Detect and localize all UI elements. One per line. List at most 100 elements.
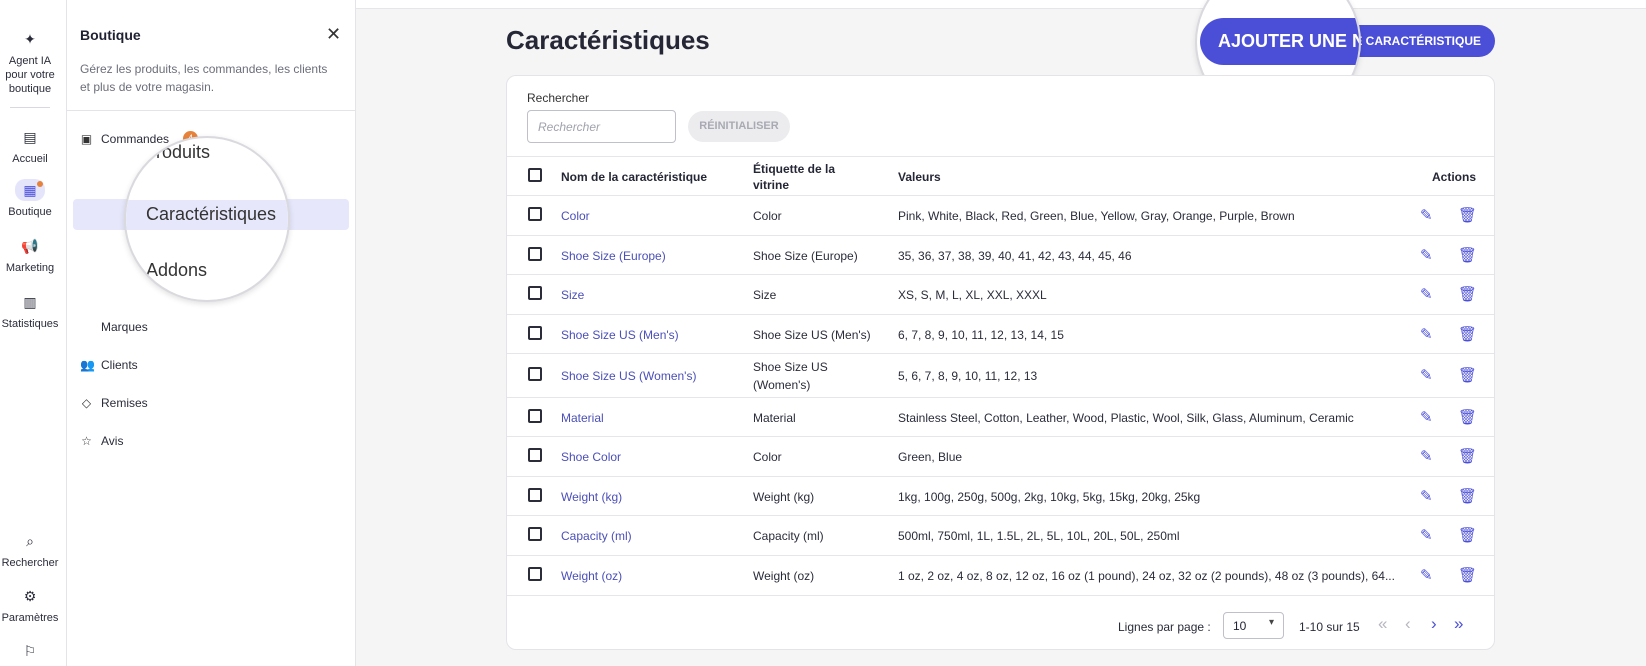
dashboard-icon: ▤ <box>23 129 37 145</box>
table-row[interactable]: Shoe Size US (Women's) Shoe Size US (Wome… <box>507 354 1494 398</box>
row-checkbox[interactable] <box>528 247 542 261</box>
edit-icon[interactable]: ✎ <box>1420 285 1433 303</box>
next-page-icon[interactable]: › <box>1431 614 1437 634</box>
sidebar-item-remises[interactable]: ◇ Remises <box>80 396 148 410</box>
sidebar-item-addons[interactable]: Addons <box>146 260 207 281</box>
feature-values: 35, 36, 37, 38, 39, 40, 41, 42, 43, 44, … <box>898 249 1132 263</box>
table-row[interactable]: Weight (kg) Weight (kg) 1kg, 100g, 250g, 5… <box>507 477 1494 516</box>
edit-icon[interactable]: ✎ <box>1420 447 1433 465</box>
features-card: Rechercher RÉINITIALISER Nom de la carac… <box>506 75 1495 650</box>
edit-icon[interactable]: ✎ <box>1420 408 1433 426</box>
row-checkbox[interactable] <box>528 286 542 300</box>
select-all-checkbox[interactable] <box>528 168 542 182</box>
trash-icon[interactable]: 🗑 <box>1458 487 1477 505</box>
close-icon[interactable]: ✕ <box>326 24 341 45</box>
trash-icon[interactable]: 🗑 <box>1458 325 1477 343</box>
rows-per-page-select[interactable]: 10 ▾ <box>1223 612 1284 639</box>
boutique-submenu: Boutique ✕ Gérez les produits, les comma… <box>67 0 356 666</box>
add-feature-button-label: LE CARACTÉRISTIQUE <box>1346 34 1481 48</box>
sidebar-item-clients[interactable]: 👥 Clients <box>80 358 138 372</box>
feature-name-link[interactable]: Shoe Size US (Men's) <box>561 326 679 344</box>
table-row[interactable]: Weight (oz) Weight (oz) 1 oz, 2 oz, 4 oz, … <box>507 556 1494 596</box>
column-label[interactable]: Étiquette de la vitrine <box>753 161 835 193</box>
edit-icon[interactable]: ✎ <box>1420 487 1433 505</box>
rail-item-marketing[interactable]: 📢 Marketing <box>0 235 60 275</box>
reset-button[interactable]: RÉINITIALISER <box>688 111 790 142</box>
trash-icon[interactable]: 🗑 <box>1458 408 1477 426</box>
sidebar-item-label: Marques <box>101 320 148 334</box>
rail-feedback-button[interactable]: ⚐ <box>0 640 60 666</box>
page-title: Caractéristiques <box>506 25 710 55</box>
rail-divider <box>10 107 50 108</box>
row-checkbox[interactable] <box>528 448 542 462</box>
edit-icon[interactable]: ✎ <box>1420 566 1433 584</box>
rail-item-statistiques[interactable]: ▥ Statistiques <box>0 291 60 331</box>
column-name[interactable]: Nom de la caractéristique <box>561 169 707 185</box>
table-row[interactable]: Size Size XS, S, M, L, XL, XXL, XXXL ✎ 🗑 <box>507 275 1494 315</box>
feature-name-link[interactable]: Weight (kg) <box>561 488 622 506</box>
rail-item-boutique[interactable]: ▦ Boutique <box>0 179 60 219</box>
feature-name-link[interactable]: Shoe Size (Europe) <box>561 247 666 265</box>
table-row[interactable]: Shoe Size US (Men's) Shoe Size US (Men's)… <box>507 315 1494 354</box>
table-row[interactable]: Shoe Color Color Green, Blue ✎ 🗑 <box>507 437 1494 477</box>
last-page-icon[interactable]: » <box>1454 614 1463 634</box>
feature-name-link[interactable]: Shoe Color <box>561 448 621 466</box>
sidebar-item-avis[interactable]: ☆ Avis <box>80 434 123 448</box>
rail-settings-button[interactable]: ⚙ Paramètres <box>0 585 60 625</box>
row-checkbox[interactable] <box>528 326 542 340</box>
edit-icon[interactable]: ✎ <box>1420 206 1433 224</box>
ai-agent-button[interactable]: ✦ Agent IA pour votre boutique <box>0 28 60 96</box>
feature-name-link[interactable]: Capacity (ml) <box>561 527 632 545</box>
edit-icon[interactable]: ✎ <box>1420 325 1433 343</box>
rail-item-label: Boutique <box>8 206 52 218</box>
table-row[interactable]: Shoe Size (Europe) Shoe Size (Europe) 35, … <box>507 236 1494 275</box>
feature-label: Shoe Size US (Men's) <box>753 328 871 342</box>
sidebar-item-caracteristiques-label[interactable]: Caractéristiques <box>146 204 276 225</box>
table-row[interactable]: Capacity (ml) Capacity (ml) 500ml, 750ml, … <box>507 516 1494 556</box>
rail-item-accueil[interactable]: ▤ Accueil <box>0 126 60 166</box>
column-values[interactable]: Valeurs <box>898 169 941 185</box>
edit-icon[interactable]: ✎ <box>1420 366 1433 384</box>
trash-icon[interactable]: 🗑 <box>1458 285 1477 303</box>
feature-name-link[interactable]: Color <box>561 207 590 225</box>
trash-icon[interactable]: 🗑 <box>1458 447 1477 465</box>
column-label-line1: Étiquette de la <box>753 162 836 176</box>
row-checkbox[interactable] <box>528 488 542 502</box>
trash-icon[interactable]: 🗑 <box>1458 566 1477 584</box>
feature-name-link[interactable]: Shoe Size US (Women's) <box>561 367 696 385</box>
search-input[interactable] <box>527 110 676 143</box>
row-checkbox[interactable] <box>528 567 542 581</box>
first-page-icon[interactable]: « <box>1378 614 1387 634</box>
table-row[interactable]: Color Color Pink, White, Black, Red, Green… <box>507 196 1494 236</box>
feature-name-link[interactable]: Weight (oz) <box>561 567 622 585</box>
edit-icon[interactable]: ✎ <box>1420 246 1433 264</box>
trash-icon[interactable]: 🗑 <box>1458 206 1477 224</box>
table-row[interactable]: Material Material Stainless Steel, Cotton,… <box>507 398 1494 437</box>
row-checkbox[interactable] <box>528 409 542 423</box>
row-checkbox[interactable] <box>528 367 542 381</box>
feature-label: Weight (oz) <box>753 569 815 583</box>
gear-icon: ⚙ <box>23 588 37 604</box>
feature-name-link[interactable]: Size <box>561 286 584 304</box>
add-feature-button-zoomed[interactable]: AJOUTER UNE NO <box>1200 18 1359 65</box>
sidebar-item-marques[interactable]: Marques <box>101 320 148 334</box>
sidebar-item-label: Remises <box>101 396 148 410</box>
feature-name-link[interactable]: Material <box>561 409 604 427</box>
column-label-line2: vitrine <box>753 178 790 192</box>
rail-search-button[interactable]: ⌕ Rechercher <box>0 530 60 570</box>
edit-icon[interactable]: ✎ <box>1420 526 1433 544</box>
users-icon: 👥 <box>80 358 95 372</box>
row-checkbox[interactable] <box>528 207 542 221</box>
feature-values: Stainless Steel, Cotton, Leather, Wood, … <box>898 411 1354 425</box>
trash-icon[interactable]: 🗑 <box>1458 366 1477 384</box>
prev-page-icon[interactable]: ‹ <box>1405 614 1411 634</box>
trash-icon[interactable]: 🗑 <box>1458 526 1477 544</box>
feature-values: 5, 6, 7, 8, 9, 10, 11, 12, 13 <box>898 369 1038 383</box>
store-icon: ▦ <box>15 179 45 201</box>
feature-label: Shoe Size US (Women's) <box>753 360 828 392</box>
row-checkbox[interactable] <box>528 527 542 541</box>
rows-per-page-label: Lignes par page : <box>1118 620 1211 634</box>
sidebar-item-produits[interactable]: roduits <box>156 142 210 163</box>
trash-icon[interactable]: 🗑 <box>1458 246 1477 264</box>
feedback-icon: ⚐ <box>23 643 37 659</box>
